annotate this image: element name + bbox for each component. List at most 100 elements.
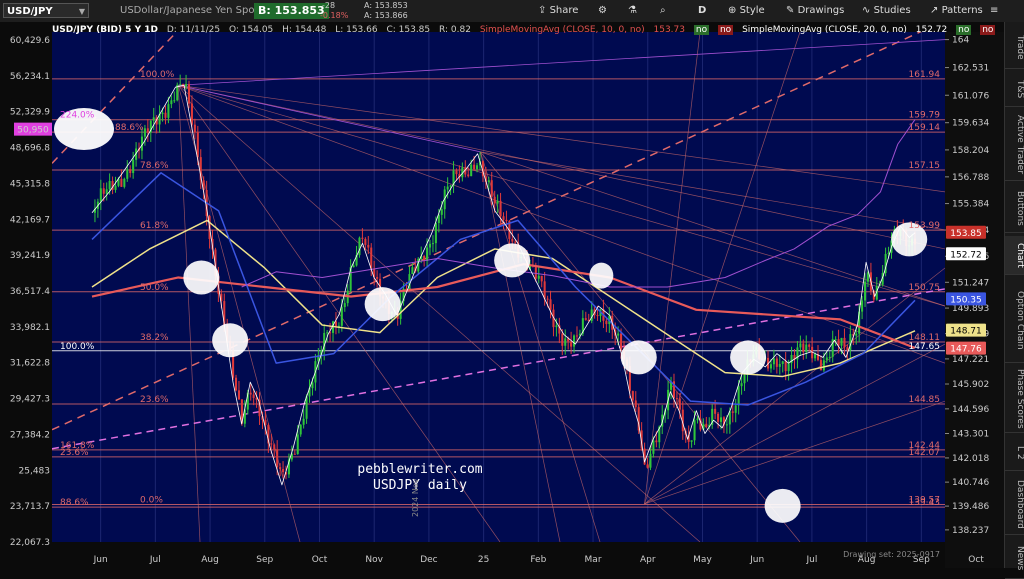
info-low: L: 153.66: [335, 25, 378, 35]
candle-body: [511, 238, 514, 242]
candle-body: [440, 209, 443, 215]
toolbar: USD/JPY ▼ USDollar/Japanese Yen Spot B: 1…: [0, 0, 1024, 23]
candle-body: [164, 112, 167, 118]
sidebar-tab-news[interactable]: News: [1005, 538, 1024, 579]
sidebar-tab-active-trader[interactable]: Active Trader: [1005, 110, 1024, 181]
right-axis-label: 151.247: [952, 278, 989, 288]
candle-body: [152, 117, 155, 121]
candle-body: [473, 164, 476, 170]
candle-body: [719, 417, 723, 422]
style-label: Style: [739, 5, 765, 16]
patterns-button[interactable]: ↗ Patterns: [930, 3, 983, 19]
search-icon[interactable]: ⌕: [660, 3, 666, 19]
candle-body: [828, 356, 831, 358]
candle-body: [311, 382, 314, 389]
left-axis-label: 52,329.9: [10, 108, 50, 118]
right-axis-label: 138.237: [952, 526, 989, 536]
candle-body: [99, 188, 102, 202]
sidebar-tab-l-2[interactable]: L 2: [1005, 436, 1024, 471]
left-axis-label: 25,483: [19, 466, 51, 476]
studies-button[interactable]: ∿ Studies: [862, 3, 911, 19]
fib-level-percent: 78.6%: [140, 161, 169, 171]
fib-level-value: 159.14: [909, 123, 941, 133]
candle-body: [167, 104, 170, 118]
left-axis-label: 56,234.1: [10, 72, 50, 82]
candle-body: [234, 377, 238, 391]
sidebar-tab-buttons[interactable]: Buttons: [1005, 184, 1024, 233]
drawings-button[interactable]: ✎ Drawings: [786, 3, 844, 19]
annotation-ellipse: [494, 243, 531, 278]
candle-body: [784, 361, 787, 372]
candle-body: [179, 84, 182, 86]
candle-body: [631, 391, 634, 401]
drawing-set-label: Drawing set: 2025-0917: [843, 550, 940, 559]
sma20-no1[interactable]: no: [956, 25, 972, 35]
left-axis-label: 45,315.8: [10, 179, 50, 189]
sidebar-tab-t-s[interactable]: T&S: [1005, 72, 1024, 107]
candle-body: [805, 344, 808, 353]
candle-body: [132, 159, 135, 174]
price-chart[interactable]: 161.94 159.79 159.14 157.15 153.99 150.75 148.…: [0, 22, 1004, 568]
gear-icon[interactable]: ⚙: [598, 3, 607, 19]
candle-body: [549, 299, 552, 310]
candle-body: [455, 170, 458, 175]
candle-body: [129, 169, 132, 174]
left-axis-label: 48,696.8: [10, 144, 50, 154]
right-axis-label: 145.902: [952, 380, 989, 390]
candle-body: [778, 363, 781, 367]
annotation-ellipse: [589, 262, 614, 289]
candle-body: [546, 298, 549, 300]
fib-level-value: 157.15: [909, 161, 941, 171]
candle-body: [717, 413, 720, 422]
right-axis-label: 139.486: [952, 502, 989, 512]
left-marker-label: 50,950: [17, 126, 49, 136]
fib-level-value: 139.43: [909, 498, 941, 508]
sma20-value: 152.72: [915, 25, 948, 35]
candle-body: [861, 300, 864, 312]
style-icon: ⊕: [728, 5, 740, 16]
candle-body: [326, 332, 329, 334]
sidebar-tab-phase-scores[interactable]: Phase Scores: [1005, 366, 1024, 433]
sma20-label[interactable]: SimpleMovingAvg (CLOSE, 20, 0, no): [742, 25, 907, 35]
candle-body: [296, 434, 299, 454]
annotation-ellipse: [730, 340, 767, 375]
candle-body: [476, 165, 479, 170]
year-label: 2024 Nov: [411, 478, 420, 517]
candle-body: [434, 222, 437, 244]
symbol-selector[interactable]: USD/JPY ▼: [3, 3, 89, 18]
candle-body: [376, 277, 379, 279]
right-axis-label: 164: [952, 36, 969, 46]
timeframe-button[interactable]: D: [698, 3, 706, 19]
right-axis-label: 155.384: [952, 200, 989, 210]
drawings-label: Drawings: [797, 5, 845, 16]
bid-badge[interactable]: B: 153.853: [254, 3, 329, 19]
candle-body: [299, 424, 302, 435]
sidebar-tab-dashboard[interactable]: Dashboard: [1005, 474, 1024, 535]
candle-body: [714, 408, 717, 414]
share-button[interactable]: ⇪ Share: [538, 3, 578, 19]
candle-body: [252, 394, 255, 398]
sma10-label[interactable]: SimpleMovingAvg (CLOSE, 10, 0, no): [480, 25, 645, 35]
left-axis-label: 42,169.7: [10, 215, 50, 225]
fib-level-value: 159.79: [909, 111, 941, 121]
studies-label: Studies: [873, 5, 911, 16]
sidebar-tab-option-chain[interactable]: Option Chain: [1005, 278, 1024, 363]
info-close: C: 153.85: [386, 25, 431, 35]
x-axis-label: Apr: [640, 555, 656, 565]
studies-icon: ∿: [862, 5, 874, 16]
sma20-no2[interactable]: no: [980, 25, 996, 35]
x-axis-label: Oct: [312, 555, 328, 565]
sma10-no1[interactable]: no: [693, 25, 710, 35]
sidebar-tab-chart[interactable]: Chart: [1005, 236, 1024, 275]
left-axis-label: 33,982.1: [10, 323, 50, 333]
sma10-no2[interactable]: no: [717, 25, 734, 35]
candle-body: [282, 469, 285, 473]
candle-body: [170, 100, 173, 105]
sidebar-tab-trade[interactable]: Trade: [1005, 26, 1024, 69]
info-open: O: 154.05: [228, 25, 274, 35]
left-axis-label: 36,517.4: [10, 287, 50, 297]
candle-body: [493, 196, 496, 204]
flask-icon[interactable]: ⚗: [628, 3, 637, 19]
style-button[interactable]: ⊕ Style: [728, 3, 765, 19]
menu-icon[interactable]: ≡: [990, 3, 998, 19]
